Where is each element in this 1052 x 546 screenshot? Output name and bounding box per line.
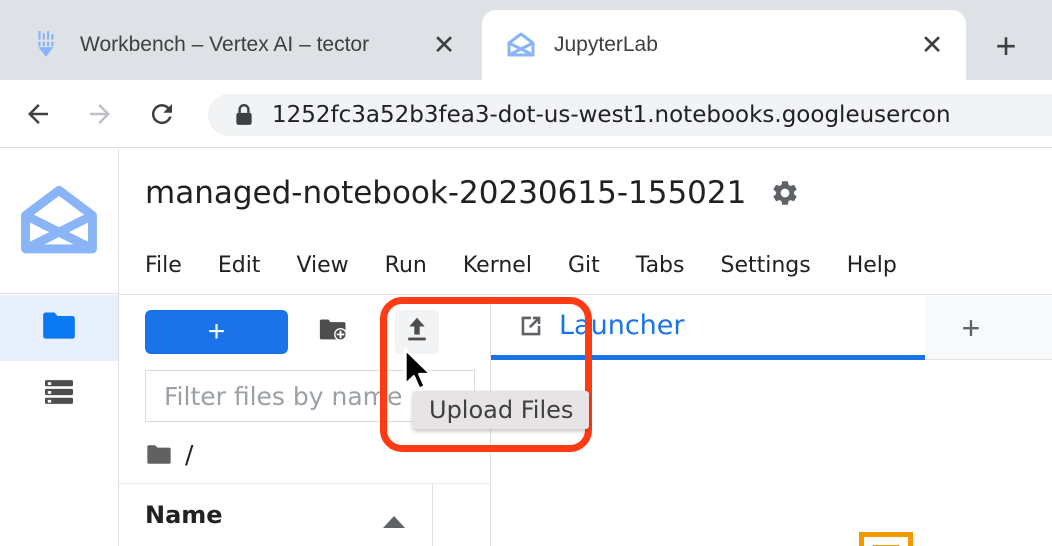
launcher-body: Notebook: [491, 360, 1052, 546]
running-terminals-icon: [42, 378, 76, 411]
breadcrumb-root: /: [185, 440, 194, 469]
back-icon[interactable]: [14, 90, 62, 138]
reload-icon[interactable]: [138, 90, 186, 138]
forward-icon: [76, 90, 124, 138]
browser-tab-jupyterlab[interactable]: JupyterLab ✕: [482, 10, 966, 80]
lab-title-row: managed-notebook-20230615-155021: [119, 149, 1052, 237]
menu-tabs[interactable]: Tabs: [636, 247, 685, 284]
column-header-name[interactable]: Name: [145, 501, 223, 529]
add-tab-button[interactable]: +: [947, 304, 995, 352]
menu-file[interactable]: File: [145, 247, 182, 284]
address-bar[interactable]: 1252fc3a52b3fea3-dot-us-west1.notebooks.…: [208, 94, 1052, 136]
vertex-ai-logo: [0, 149, 118, 294]
menu-kernel[interactable]: Kernel: [463, 247, 532, 284]
gear-icon[interactable]: [770, 178, 800, 208]
menu-git[interactable]: Git: [568, 247, 600, 284]
page-title: managed-notebook-20230615-155021: [145, 175, 747, 211]
screenshot-root: Workbench – Vertex AI – tector ✕ Jupyter…: [0, 0, 1052, 546]
column-divider: [432, 484, 433, 546]
new-folder-icon: [318, 317, 348, 348]
menu-view[interactable]: View: [296, 247, 348, 284]
menu-edit[interactable]: Edit: [218, 247, 261, 284]
sort-ascending-icon[interactable]: [381, 514, 407, 535]
notebook-bookmark-icon: [859, 532, 913, 546]
jupyterlab-shell: managed-notebook-20230615-155021 File Ed…: [0, 149, 1052, 546]
filter-files-placeholder: Filter files by name: [164, 381, 403, 411]
breadcrumb[interactable]: /: [119, 426, 491, 484]
lock-icon: [234, 103, 254, 127]
launcher-section-notebook: Notebook: [859, 532, 1052, 546]
tab-launcher-label: Launcher: [559, 310, 685, 341]
new-folder-button[interactable]: [311, 310, 355, 354]
tooltip-upload-files: Upload Files: [413, 391, 590, 429]
external-link-icon: [517, 312, 545, 340]
browser-tab-title: JupyterLab: [554, 33, 658, 56]
address-bar-url: 1252fc3a52b3fea3-dot-us-west1.notebooks.…: [272, 102, 951, 128]
folder-icon: [40, 310, 78, 347]
sidebar-item-running-sessions[interactable]: [0, 361, 118, 427]
close-icon[interactable]: ✕: [912, 25, 952, 65]
upload-icon: [404, 316, 430, 349]
browser-tab-workbench[interactable]: Workbench – Vertex AI – tector ✕: [8, 10, 478, 80]
lab-menubar: File Edit View Run Kernel Git Tabs Setti…: [119, 237, 1052, 295]
jupyterlab-vertex-icon: [506, 30, 536, 60]
browser-tab-title: Workbench – Vertex AI – tector: [80, 33, 370, 56]
menu-settings[interactable]: Settings: [720, 247, 810, 284]
vertex-workbench-icon: [32, 30, 62, 60]
lab-sidebar: [0, 149, 119, 546]
new-launcher-button[interactable]: +: [145, 310, 288, 354]
lab-main: managed-notebook-20230615-155021 File Ed…: [119, 149, 1052, 546]
new-tab-button[interactable]: +: [980, 24, 1032, 68]
sidebar-item-file-browser[interactable]: [0, 295, 118, 361]
launcher-section-label: Notebook: [941, 543, 1052, 546]
browser-toolbar: 1252fc3a52b3fea3-dot-us-west1.notebooks.…: [0, 80, 1052, 148]
browser-tabstrip: Workbench – Vertex AI – tector ✕ Jupyter…: [0, 0, 1052, 80]
close-icon[interactable]: ✕: [424, 25, 464, 65]
mouse-pointer-icon: [403, 348, 437, 397]
tooltip-label: Upload Files: [429, 396, 574, 424]
folder-icon: [145, 443, 173, 467]
file-list-header: Name: [119, 484, 491, 546]
menu-help[interactable]: Help: [847, 247, 897, 284]
tab-launcher[interactable]: Launcher: [491, 296, 925, 360]
dock-tabbar: Launcher +: [491, 296, 1052, 360]
menu-run[interactable]: Run: [385, 247, 427, 284]
